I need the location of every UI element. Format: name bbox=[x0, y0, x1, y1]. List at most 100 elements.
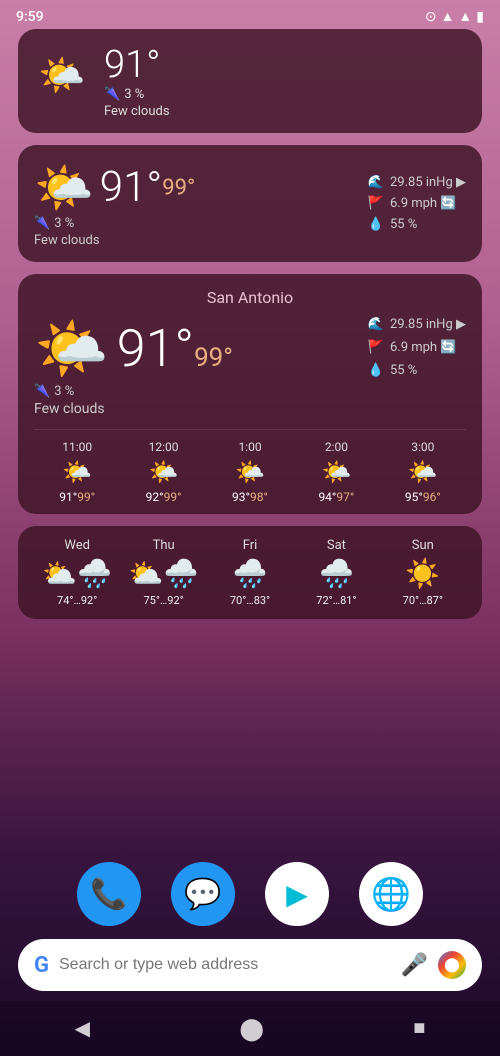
weekly-item-fri: Fri 🌧️ 70°…83° bbox=[207, 538, 293, 607]
weekly-temps-fri: 70°…83° bbox=[230, 594, 270, 607]
hourly-icon-0: 🌤️ bbox=[62, 458, 92, 486]
weather-widget-small[interactable]: 🌤️ 91° 🌂 3 % Few clouds bbox=[18, 29, 482, 133]
chrome-app-icon[interactable]: 🌐 bbox=[359, 862, 423, 926]
hourly-time-0: 11:00 bbox=[62, 440, 92, 454]
hourly-icon-1: 🌤️ bbox=[149, 458, 179, 486]
weekly-item-sat: Sat 🌧️ 72°…81° bbox=[293, 538, 379, 607]
icon-temp-large-row: 🌤️ 91°99° bbox=[34, 313, 233, 384]
weekly-icon-wed: ⛅🌧️ bbox=[42, 557, 112, 590]
hourly-forecast: 11:00 🌤️ 91°99° 12:00 🌤️ 92°99° 1:00 🌤️ … bbox=[34, 429, 466, 504]
pressure-value: 29.85 inHg ▶ bbox=[390, 175, 466, 190]
weather-icon-medium: 🌤️ bbox=[34, 159, 94, 216]
google-g-logo: G bbox=[34, 953, 49, 978]
navigation-bar: ◀ ⬤ ■ bbox=[0, 1001, 500, 1056]
weekly-icon-sat: 🌧️ bbox=[319, 557, 354, 590]
hourly-icon-2: 🌤️ bbox=[235, 458, 265, 486]
weekly-day-sun: Sun bbox=[412, 538, 434, 553]
hourly-time-2: 1:00 bbox=[238, 440, 261, 454]
weekly-temps-thu: 75°…92° bbox=[143, 594, 183, 607]
weekly-day-thu: Thu bbox=[153, 538, 175, 553]
wind-value-large: 6.9 mph 🔄 bbox=[390, 340, 457, 355]
sim-icon: ⊙ bbox=[425, 9, 437, 25]
temp-medium-main: 91° bbox=[100, 163, 162, 212]
hourly-item-4: 3:00 🌤️ 95°96° bbox=[380, 440, 466, 504]
weather-large-right: 🌊 29.85 inHg ▶ 🚩 6.9 mph 🔄 💧 55 % bbox=[368, 317, 466, 378]
hourly-item-2: 1:00 🌤️ 93°98° bbox=[207, 440, 293, 504]
phone-icon: 📞 bbox=[90, 877, 127, 912]
weekly-icon-fri: 🌧️ bbox=[233, 557, 268, 590]
weekly-temps-sun: 70°…87° bbox=[403, 594, 443, 607]
weather-icon-large: 🌤️ bbox=[34, 313, 109, 384]
weather-large-main: 🌤️ 91°99° 🌂 3 % Few clouds 🌊 29.85 inHg … bbox=[34, 313, 466, 417]
pressure-icon-large: 🌊 bbox=[368, 317, 384, 332]
wind-icon: 🚩 bbox=[368, 196, 384, 211]
chrome-icon: 🌐 bbox=[371, 875, 411, 913]
playstore-app-icon[interactable]: ▶ bbox=[265, 862, 329, 926]
umbrella-icon-small: 🌂 bbox=[104, 87, 120, 102]
google-search-bar[interactable]: G 🎤 ⬤ bbox=[18, 939, 482, 991]
weekly-day-fri: Fri bbox=[243, 538, 258, 553]
weekly-item-sun: Sun ☀️ 70°…87° bbox=[380, 538, 466, 607]
hourly-temp-0: 91°99° bbox=[59, 490, 95, 504]
back-button[interactable]: ◀ bbox=[75, 1016, 90, 1041]
battery-icon: ▮ bbox=[476, 9, 484, 25]
phone-app-icon[interactable]: 📞 bbox=[77, 862, 141, 926]
hourly-item-0: 11:00 🌤️ 91°99° bbox=[34, 440, 120, 504]
recents-button[interactable]: ■ bbox=[413, 1017, 425, 1040]
play-icon: ▶ bbox=[286, 878, 308, 911]
pressure-item: 🌊 29.85 inHg ▶ bbox=[368, 175, 466, 190]
weather-icon-small: 🌤️ bbox=[34, 54, 94, 109]
search-input[interactable] bbox=[59, 939, 391, 991]
temp-small: 91° bbox=[104, 43, 170, 87]
signal-icon: ▲ bbox=[458, 8, 472, 25]
wind-item: 🚩 6.9 mph 🔄 bbox=[368, 196, 466, 211]
umbrella-icon-medium: 🌂 bbox=[34, 216, 50, 231]
hourly-temp-4: 95°96° bbox=[405, 490, 441, 504]
weekly-day-sat: Sat bbox=[327, 538, 346, 553]
condition-small: Few clouds bbox=[104, 104, 170, 119]
weather-widget-large[interactable]: San Antonio 🌤️ 91°99° 🌂 3 % Few clouds 🌊… bbox=[18, 274, 482, 514]
messages-app-icon[interactable]: 💬 bbox=[171, 862, 235, 926]
app-icons-row: 📞 💬 ▶ 🌐 bbox=[0, 862, 500, 926]
wind-item-large: 🚩 6.9 mph 🔄 bbox=[368, 340, 466, 355]
weather-large-left: 🌤️ 91°99° 🌂 3 % Few clouds bbox=[34, 313, 233, 417]
wind-value: 6.9 mph 🔄 bbox=[390, 196, 457, 211]
rain-row-large: 🌂 3 % bbox=[34, 384, 74, 399]
temp-large-hi: 99° bbox=[194, 343, 233, 373]
weekly-day-wed: Wed bbox=[64, 538, 90, 553]
status-bar: 9:59 ⊙ ▲ ▲ ▮ bbox=[0, 0, 500, 29]
humidity-drop-icon: 💧 bbox=[368, 363, 384, 378]
rain-small: 🌂 3 % bbox=[104, 87, 170, 102]
humidity-icon: 💧 bbox=[368, 217, 384, 232]
condition-medium: Few clouds bbox=[34, 233, 100, 248]
weekly-forecast: Wed ⛅🌧️ 74°…92° Thu ⛅🌧️ 75°…92° Fri 🌧️ 7… bbox=[34, 538, 466, 607]
pressure-item-large: 🌊 29.85 inHg ▶ bbox=[368, 317, 466, 332]
messages-icon: 💬 bbox=[184, 877, 221, 912]
pressure-icon: 🌊 bbox=[368, 175, 384, 190]
time-display: 9:59 bbox=[16, 9, 44, 25]
icon-temp-row: 🌤️ 91°99° bbox=[34, 159, 195, 216]
umbrella-icon-large: 🌂 bbox=[34, 384, 50, 399]
weekly-icon-sun: ☀️ bbox=[405, 557, 440, 590]
hourly-time-1: 12:00 bbox=[149, 440, 179, 454]
weather-widget-medium[interactable]: 🌤️ 91°99° 🌂 3 % Few clouds 🌊 29.85 inHg … bbox=[18, 145, 482, 262]
weekly-temps-wed: 74°…92° bbox=[57, 594, 97, 607]
hourly-time-4: 3:00 bbox=[411, 440, 434, 454]
humidity-item-large: 💧 55 % bbox=[368, 363, 466, 378]
weekly-temps-sat: 72°…81° bbox=[316, 594, 356, 607]
weather-info-small: 91° 🌂 3 % Few clouds bbox=[104, 43, 170, 119]
wind-flag-icon: 🚩 bbox=[368, 340, 384, 355]
humidity-item: 💧 55 % bbox=[368, 217, 466, 232]
google-lens-icon[interactable]: ⬤ bbox=[438, 951, 466, 979]
wifi-icon: ▲ bbox=[441, 8, 455, 25]
home-button[interactable]: ⬤ bbox=[239, 1016, 264, 1042]
hourly-time-3: 2:00 bbox=[325, 440, 348, 454]
hourly-temp-2: 93°98° bbox=[232, 490, 268, 504]
hourly-temp-1: 92°99° bbox=[146, 490, 182, 504]
humidity-value-large: 55 % bbox=[390, 363, 417, 378]
hourly-icon-4: 🌤️ bbox=[408, 458, 438, 486]
weekly-item-thu: Thu ⛅🌧️ 75°…92° bbox=[120, 538, 206, 607]
microphone-icon[interactable]: 🎤 bbox=[401, 953, 428, 978]
weather-widget-weekly[interactable]: Wed ⛅🌧️ 74°…92° Thu ⛅🌧️ 75°…92° Fri 🌧️ 7… bbox=[18, 526, 482, 619]
condition-large: Few clouds bbox=[34, 401, 105, 417]
